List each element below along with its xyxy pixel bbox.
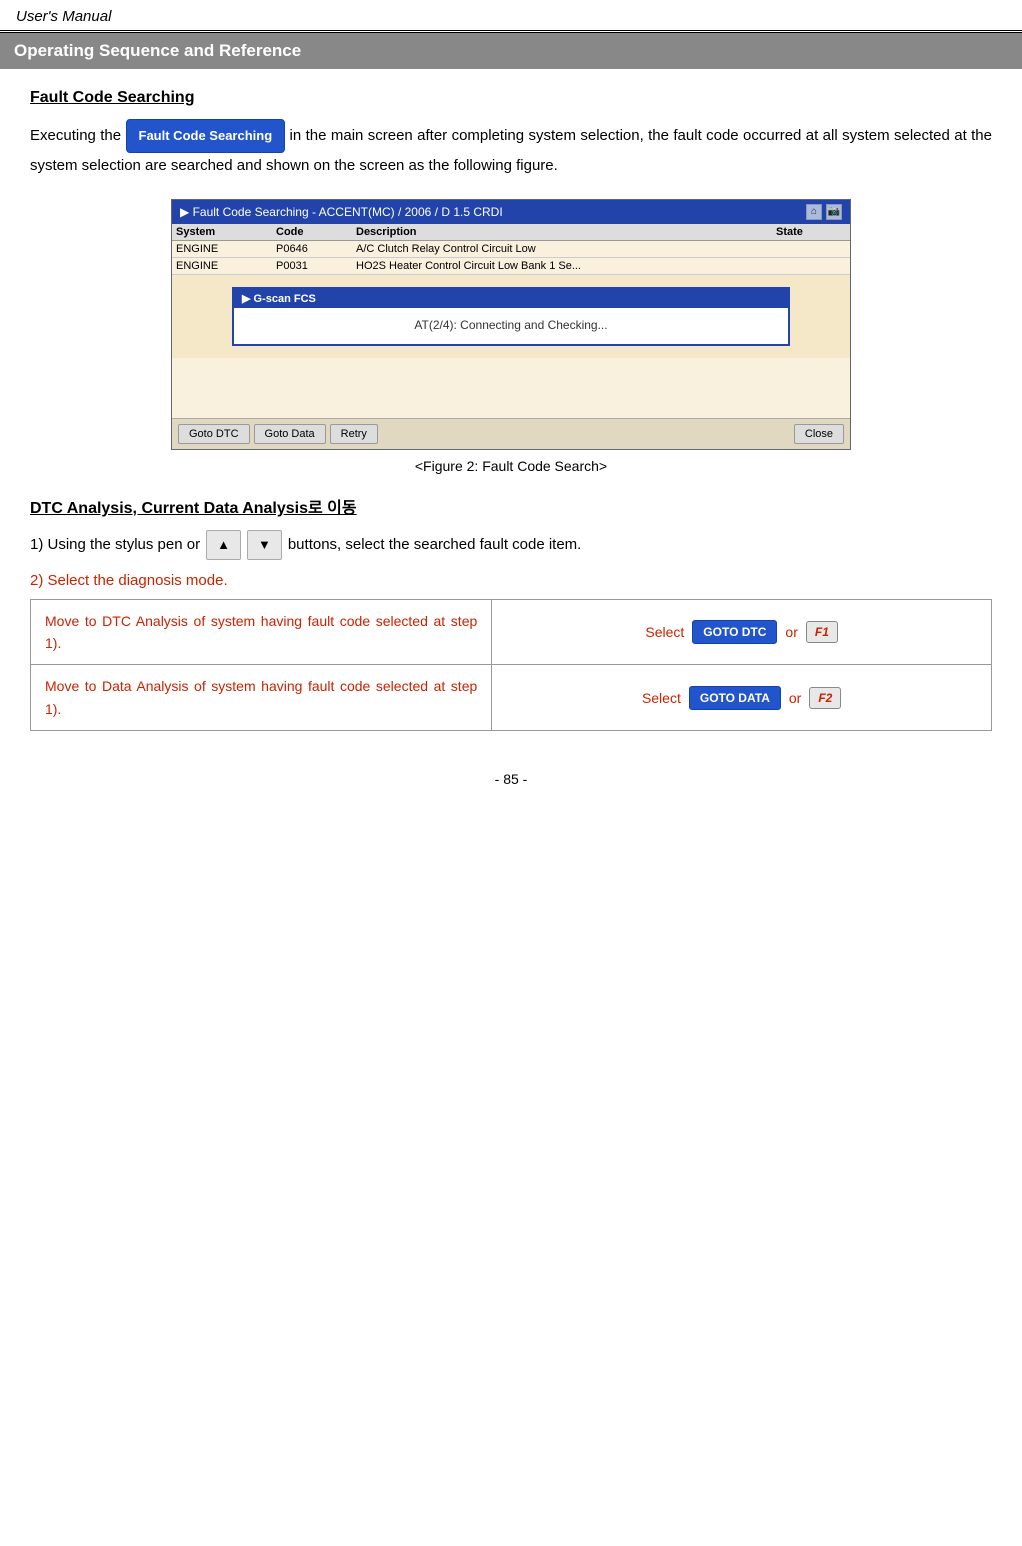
screenshot-box: ▶ Fault Code Searching - ACCENT(MC) / 20… bbox=[171, 199, 851, 450]
goto-data-image-btn[interactable]: GOTO DATA bbox=[689, 686, 781, 710]
f2-button[interactable]: F2 bbox=[809, 687, 841, 709]
section-title-bar: Operating Sequence and Reference bbox=[0, 33, 1022, 69]
col-system: System bbox=[176, 226, 276, 238]
row1-state bbox=[776, 243, 846, 255]
col-description: Description bbox=[356, 226, 776, 238]
section-title: Operating Sequence and Reference bbox=[14, 41, 301, 60]
step1-prefix: 1) Using the stylus pen or bbox=[30, 532, 200, 558]
screenshot-title-text: ▶ Fault Code Searching - ACCENT(MC) / 20… bbox=[180, 205, 503, 219]
row2-desc: HO2S Heater Control Circuit Low Bank 1 S… bbox=[356, 260, 776, 272]
home-icon: ⌂ bbox=[806, 204, 822, 220]
figure-caption: <Figure 2: Fault Code Search> bbox=[415, 458, 607, 474]
dtc-select-inner: Select GOTO DTC or F1 bbox=[506, 620, 977, 644]
row1-code: P0646 bbox=[276, 243, 356, 255]
row2-system: ENGINE bbox=[176, 260, 276, 272]
table-row: ENGINE P0031 HO2S Heater Control Circuit… bbox=[172, 258, 850, 275]
step2-text: 2) Select the diagnosis mode. bbox=[30, 572, 992, 589]
mode-table: Move to DTC Analysis of system having fa… bbox=[30, 599, 992, 732]
table-row: Move to Data Analysis of system having f… bbox=[31, 665, 992, 731]
header-title: User's Manual bbox=[16, 8, 111, 25]
down-arrow-button[interactable]: ▼ bbox=[247, 530, 282, 560]
select-label-1: Select bbox=[645, 624, 684, 640]
goto-dtc-btn[interactable]: Goto DTC bbox=[178, 424, 250, 444]
header: User's Manual bbox=[0, 0, 1022, 33]
intro-text-before: Executing the bbox=[30, 127, 121, 144]
col-state: State bbox=[776, 226, 846, 238]
page-footer: - 85 - bbox=[0, 751, 1022, 797]
main-content: Fault Code Searching Executing the Fault… bbox=[0, 69, 1022, 751]
step1-text: 1) Using the stylus pen or ▲ ▼ buttons, … bbox=[30, 530, 992, 560]
close-btn[interactable]: Close bbox=[794, 424, 844, 444]
figure-container: ▶ Fault Code Searching - ACCENT(MC) / 20… bbox=[30, 199, 992, 474]
row2-state bbox=[776, 260, 846, 272]
table-row: Move to DTC Analysis of system having fa… bbox=[31, 599, 992, 665]
or-label-1: or bbox=[785, 624, 797, 640]
col-code: Code bbox=[276, 226, 356, 238]
goto-dtc-image-btn[interactable]: GOTO DTC bbox=[692, 620, 777, 644]
row2-code: P0031 bbox=[276, 260, 356, 272]
up-arrow-button[interactable]: ▲ bbox=[206, 530, 241, 560]
dtc-section-title: DTC Analysis, Current Data Analysis로 이동 bbox=[30, 494, 992, 518]
retry-btn[interactable]: Retry bbox=[330, 424, 378, 444]
move-dtc-label: Move to DTC Analysis of system having fa… bbox=[31, 599, 492, 665]
f1-button[interactable]: F1 bbox=[806, 621, 838, 643]
screenshot-buttons: Goto DTC Goto Data Retry Close bbox=[172, 418, 850, 449]
step1-suffix: buttons, select the searched fault code … bbox=[288, 532, 582, 558]
fault-code-heading: Fault Code Searching bbox=[30, 89, 992, 107]
goto-data-btn[interactable]: Goto Data bbox=[254, 424, 326, 444]
select-label-2: Select bbox=[642, 690, 681, 706]
fault-code-search-button-image: Fault Code Searching bbox=[126, 119, 286, 153]
data-select-cell: Select GOTO DATA or F2 bbox=[492, 665, 992, 731]
table-row: ENGINE P0646 A/C Clutch Relay Control Ci… bbox=[172, 241, 850, 258]
move-data-label: Move to Data Analysis of system having f… bbox=[31, 665, 492, 731]
dialog-title: ▶ G-scan FCS bbox=[234, 289, 788, 308]
page-number: - 85 - bbox=[495, 771, 528, 787]
dtc-select-cell: Select GOTO DTC or F1 bbox=[492, 599, 992, 665]
or-label-2: or bbox=[789, 690, 801, 706]
screenshot-titlebar: ▶ Fault Code Searching - ACCENT(MC) / 20… bbox=[172, 200, 850, 224]
screenshot-empty-rows bbox=[172, 358, 850, 418]
row1-desc: A/C Clutch Relay Control Circuit Low bbox=[356, 243, 776, 255]
data-select-inner: Select GOTO DATA or F2 bbox=[506, 686, 977, 710]
dialog-body: AT(2/4): Connecting and Checking... bbox=[234, 308, 788, 344]
screenshot-table-header: System Code Description State bbox=[172, 224, 850, 241]
screenshot-dialog: ▶ G-scan FCS AT(2/4): Connecting and Che… bbox=[232, 287, 790, 346]
intro-paragraph: Executing the Fault Code Searching in th… bbox=[30, 119, 992, 179]
row1-system: ENGINE bbox=[176, 243, 276, 255]
screenshot-titlebar-icons: ⌂ 📷 bbox=[806, 204, 842, 220]
camera-icon: 📷 bbox=[826, 204, 842, 220]
